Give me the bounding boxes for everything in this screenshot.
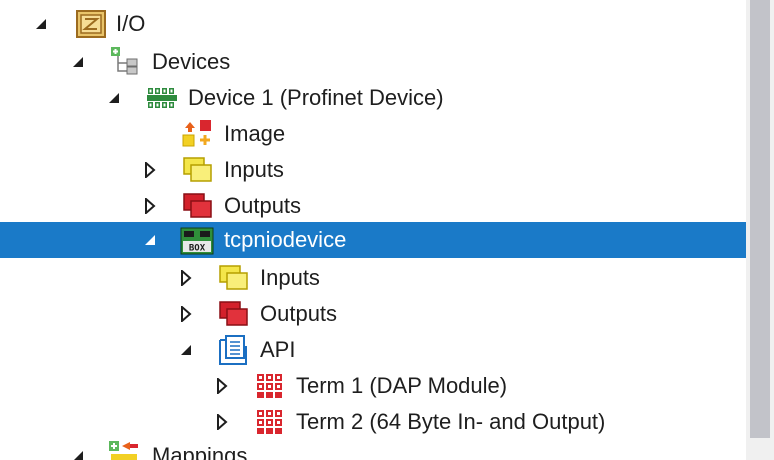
tree-item-label: Outputs <box>260 301 338 326</box>
scrollbar-thumb[interactable] <box>750 0 770 438</box>
io-folder-icon <box>76 10 106 38</box>
tree-item-label: Image <box>224 121 286 146</box>
tree-item-label: Outputs <box>224 193 302 218</box>
collapsed-arrow-icon[interactable] <box>213 404 231 440</box>
svg-text:BOX: BOX <box>189 244 206 254</box>
outputs-icon <box>218 300 248 326</box>
tree-item-image[interactable]: Image <box>0 116 746 152</box>
tree-item-label: Term 2 (64 Byte In- and Output) <box>296 409 606 434</box>
tree-item-io[interactable]: I/O <box>0 6 746 42</box>
tree-item-devices[interactable]: Devices <box>0 44 746 80</box>
term-icon <box>256 409 282 434</box>
tree-item-mappings[interactable]: Mappings <box>0 438 746 460</box>
expanded-arrow-icon[interactable] <box>177 332 195 368</box>
vertical-scrollbar[interactable] <box>746 0 774 460</box>
tree-item-inputs[interactable]: Inputs <box>0 152 746 188</box>
collapsed-arrow-icon[interactable] <box>141 152 159 188</box>
tree-item-label: tcpniodevice <box>224 227 347 252</box>
collapsed-arrow-icon[interactable] <box>177 260 195 296</box>
tree-item-device-1[interactable]: Device 1 (Profinet Device) <box>0 80 746 116</box>
tree-item-term-2[interactable]: Term 2 (64 Byte In- and Output) <box>0 404 746 440</box>
api-icon <box>218 334 247 365</box>
tree-item-outputs[interactable]: Outputs <box>0 188 746 224</box>
tree-item-term-1[interactable]: Term 1 (DAP Module) <box>0 368 746 404</box>
solution-tree: I/O Devices Device 1 (Profinet Device) I… <box>0 0 746 460</box>
collapsed-arrow-icon[interactable] <box>141 188 159 224</box>
tree-item-label: API <box>260 337 296 362</box>
devices-tree-icon <box>110 46 138 75</box>
expanded-arrow-icon[interactable] <box>105 80 123 116</box>
tree-item-label: Devices <box>152 49 231 74</box>
profinet-device-icon <box>146 86 177 110</box>
tree-item-label: Inputs <box>224 157 284 182</box>
inputs-icon <box>218 264 248 290</box>
collapsed-arrow-icon[interactable] <box>177 296 195 332</box>
expanded-arrow-icon[interactable] <box>141 222 159 258</box>
term-icon <box>256 373 282 398</box>
collapsed-arrow-icon[interactable] <box>213 368 231 404</box>
tree-item-tcpniodevice[interactable]: BOX tcpniodevice <box>0 222 746 258</box>
expanded-arrow-icon[interactable] <box>32 6 50 42</box>
inputs-icon <box>182 156 212 182</box>
expanded-arrow-icon[interactable] <box>69 438 87 460</box>
tree-item-label: Mappings <box>152 443 248 460</box>
tree-item-inputs[interactable]: Inputs <box>0 260 746 296</box>
image-icon <box>182 118 211 147</box>
tree-item-label: I/O <box>116 11 146 36</box>
mappings-icon <box>108 440 138 460</box>
tree-item-label: Term 1 (DAP Module) <box>296 373 508 398</box>
expanded-arrow-icon[interactable] <box>69 44 87 80</box>
outputs-icon <box>182 192 212 218</box>
tree-item-label: Inputs <box>260 265 320 290</box>
tree-item-api[interactable]: API <box>0 332 746 368</box>
tree-item-outputs[interactable]: Outputs <box>0 296 746 332</box>
box-module-icon: BOX <box>180 227 214 255</box>
tree-item-label: Device 1 (Profinet Device) <box>188 85 444 110</box>
